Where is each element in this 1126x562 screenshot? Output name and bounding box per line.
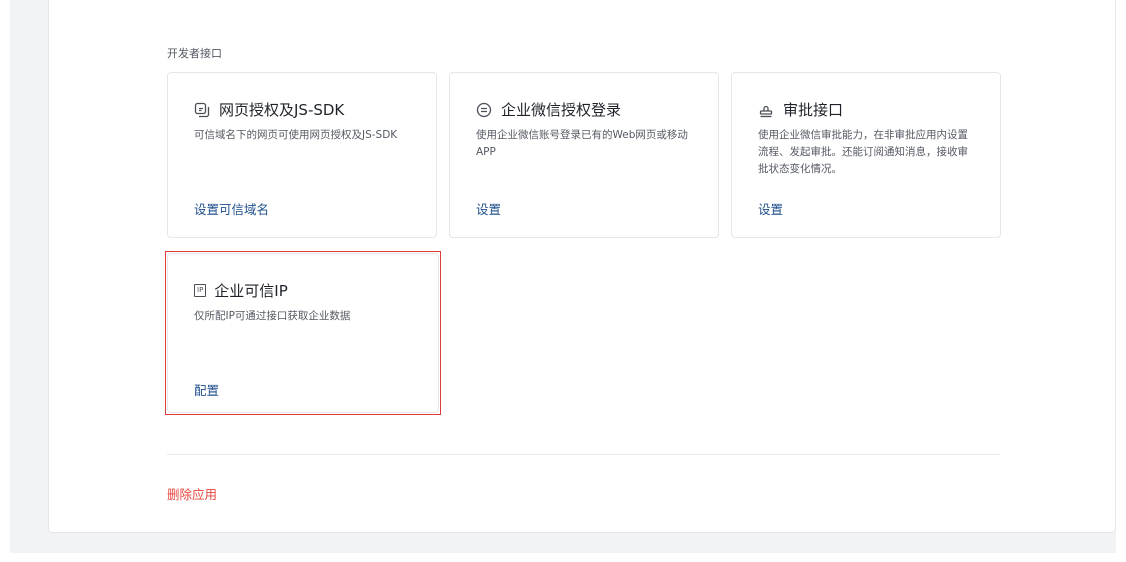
card-title-text: 审批接口 [783,101,844,119]
card-title: 企业微信授权登录 [476,99,621,120]
card-title-text: 网页授权及JS-SDK [219,101,345,119]
wecom-login-icon [476,102,492,118]
card-description: 使用企业微信审批能力，在非审批应用内设置流程、发起审批。还能订阅通知消息，接收审… [758,129,968,175]
wecom-login-settings-link[interactable]: 设置 [476,199,501,218]
highlight-box [165,251,441,415]
card-title: 网页授权及JS-SDK [194,99,344,120]
card-wecom-login: 企业微信授权登录 使用企业微信账号登录已有的Web网页或移动APP 设置 [449,72,719,238]
set-trusted-domain-link[interactable]: 设置可信域名 [194,199,269,218]
divider [167,454,1000,455]
card-title: 审批接口 [758,99,843,120]
card-title-text: 企业微信授权登录 [501,101,622,119]
webpage-auth-icon [194,102,210,118]
approval-settings-link[interactable]: 设置 [758,199,783,218]
card-approval-api: 审批接口 使用企业微信审批能力，在非审批应用内设置流程、发起审批。还能订阅通知消… [731,72,1001,238]
section-title: 开发者接口 [167,47,222,60]
card-description: 可信域名下的网页可使用网页授权及JS-SDK [194,129,398,141]
approval-stamp-icon [758,102,774,118]
card-description: 使用企业微信账号登录已有的Web网页或移动APP [476,129,688,158]
delete-app-button[interactable]: 删除应用 [167,484,217,503]
card-webpage-auth: 网页授权及JS-SDK 可信域名下的网页可使用网页授权及JS-SDK 设置可信域… [167,72,437,238]
